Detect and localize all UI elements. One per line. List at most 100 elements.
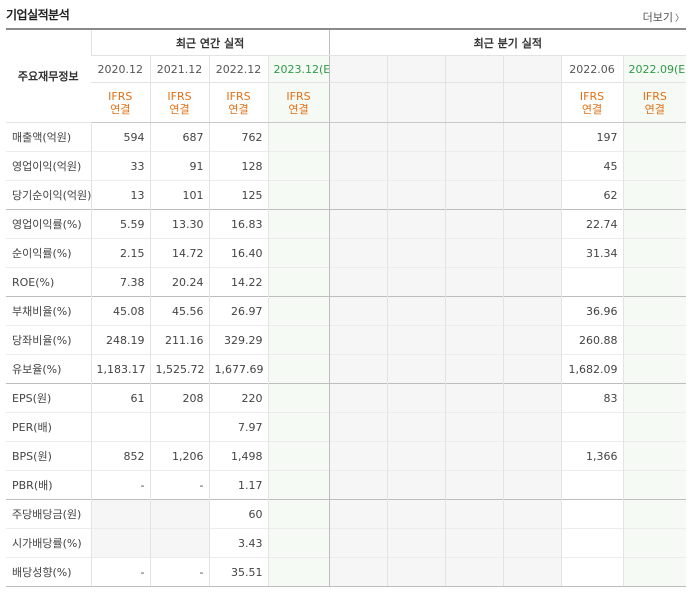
table-cell [444, 180, 504, 210]
table-cell: 62 [560, 180, 624, 210]
row-label: EPS(원) [6, 383, 91, 413]
ifrs-header: IFRS 연결 [208, 82, 268, 123]
consolidation-label: 연결 [110, 102, 131, 116]
table-row: 부채비율(%) 45.08 45.56 26.97 36.96 [6, 296, 687, 326]
table-cell [267, 354, 330, 384]
consolidation-label: 연결 [288, 102, 309, 116]
table-cell [267, 209, 330, 239]
table-cell [328, 557, 388, 587]
table-row: 영업이익률(%) 5.59 13.30 16.83 22.74 [6, 209, 687, 239]
table-cell: 31.34 [560, 238, 624, 268]
period-header: 2022.09(E) [622, 55, 687, 83]
table-cell: 1,525.72 [149, 354, 209, 384]
table-cell: 35.51 [208, 557, 268, 587]
table-cell [444, 412, 504, 442]
table-cell: - [149, 557, 209, 587]
table-cell [444, 151, 504, 181]
table-cell [149, 528, 209, 558]
table-cell [502, 412, 562, 442]
table-cell [328, 267, 388, 297]
table-cell [328, 354, 388, 384]
row-label: 시가배당률(%) [6, 528, 91, 558]
table-cell: 33 [90, 151, 150, 181]
table-cell [502, 528, 562, 558]
table-cell [622, 122, 687, 152]
table-cell: 45.08 [90, 296, 150, 326]
ifrs-header: IFRS 연결 [91, 82, 150, 123]
table-cell [328, 122, 388, 152]
table-cell [622, 180, 687, 210]
table-cell [622, 499, 687, 529]
table-cell: 1,206 [149, 441, 209, 471]
consolidation-label: 연결 [169, 102, 190, 116]
table-cell [622, 412, 687, 442]
table-cell [502, 209, 562, 239]
table-cell: - [90, 470, 150, 500]
table-cell [267, 238, 330, 268]
ifrs-header-row: IFRS 연결 IFRS 연결 IFRS 연결 IFRS 연결 IFRS 연결 IFRS 연결 [6, 82, 687, 123]
table-cell [502, 470, 562, 500]
row-label: ROE(%) [6, 267, 91, 297]
row-label: 주당배당금(원) [6, 499, 91, 529]
period-header: 2022.06 [560, 55, 624, 83]
table-cell: 14.72 [149, 238, 209, 268]
row-label: BPS(원) [6, 441, 91, 471]
table-cell: 22.74 [560, 209, 624, 239]
table-cell [328, 441, 388, 471]
table-cell [328, 238, 388, 268]
table-cell [267, 470, 330, 500]
table-cell [502, 383, 562, 413]
table-row: 매출액(억원) 594 687 762 197 [6, 122, 687, 152]
table-cell [267, 412, 330, 442]
label-column-header: 주요재무정보 [6, 28, 91, 123]
table-row: PBR(배) - -1.17 [6, 470, 687, 500]
ifrs-header: IFRS 연결 [267, 82, 330, 123]
table-cell [622, 354, 687, 384]
table-cell [560, 528, 624, 558]
ifrs-label: IFRS [108, 89, 133, 103]
table-cell [502, 151, 562, 181]
table-cell [328, 296, 388, 326]
ifrs-header: IFRS 연결 [622, 82, 687, 123]
period-header [502, 55, 562, 83]
row-label: 배당성향(%) [6, 557, 91, 587]
table-cell [267, 557, 330, 587]
table-cell: 7.38 [90, 267, 150, 297]
table-cell [622, 383, 687, 413]
table-cell [90, 499, 150, 529]
table-cell [502, 238, 562, 268]
table-cell [267, 325, 330, 355]
table-cell [386, 528, 446, 558]
period-header [328, 55, 388, 83]
table-cell [267, 499, 330, 529]
period-header: 2020.12 [91, 55, 150, 83]
more-link[interactable]: 더보기 〉 [643, 9, 684, 25]
table-cell [622, 325, 687, 355]
period-header: 2022.12 [208, 55, 268, 83]
ifrs-label: IFRS [579, 89, 605, 103]
table-cell [502, 441, 562, 471]
table-cell: 16.40 [208, 238, 268, 268]
section-title: 기업실적분석 [6, 8, 70, 22]
table-cell: 45 [560, 151, 624, 181]
table-cell: 125 [208, 180, 268, 210]
table-cell [622, 441, 687, 471]
chevron-right-icon: 〉 [674, 14, 684, 24]
table-cell [622, 238, 687, 268]
table-cell [622, 557, 687, 587]
ifrs-label: IFRS [167, 89, 192, 103]
period-header: 2023.12(E) [267, 55, 330, 83]
table-cell [328, 528, 388, 558]
table-cell [328, 470, 388, 500]
table-cell: - [90, 557, 150, 587]
table-row: 주당배당금(원) 60 [6, 499, 687, 529]
more-label: 더보기 [642, 11, 673, 24]
table-cell: 1.17 [208, 470, 268, 500]
table-cell: 687 [149, 122, 209, 152]
period-header-row: 2020.12 2021.12 2022.12 2023.12(E) 2022.06 20… [6, 55, 687, 83]
table-cell: 762 [208, 122, 268, 152]
quarter-group-header: 최근 분기 실적 [328, 28, 687, 56]
table-cell [622, 267, 687, 297]
ifrs-header: IFRS 연결 [560, 82, 624, 123]
table-row: 영업이익(억원) 33 91 128 45 [6, 151, 687, 181]
